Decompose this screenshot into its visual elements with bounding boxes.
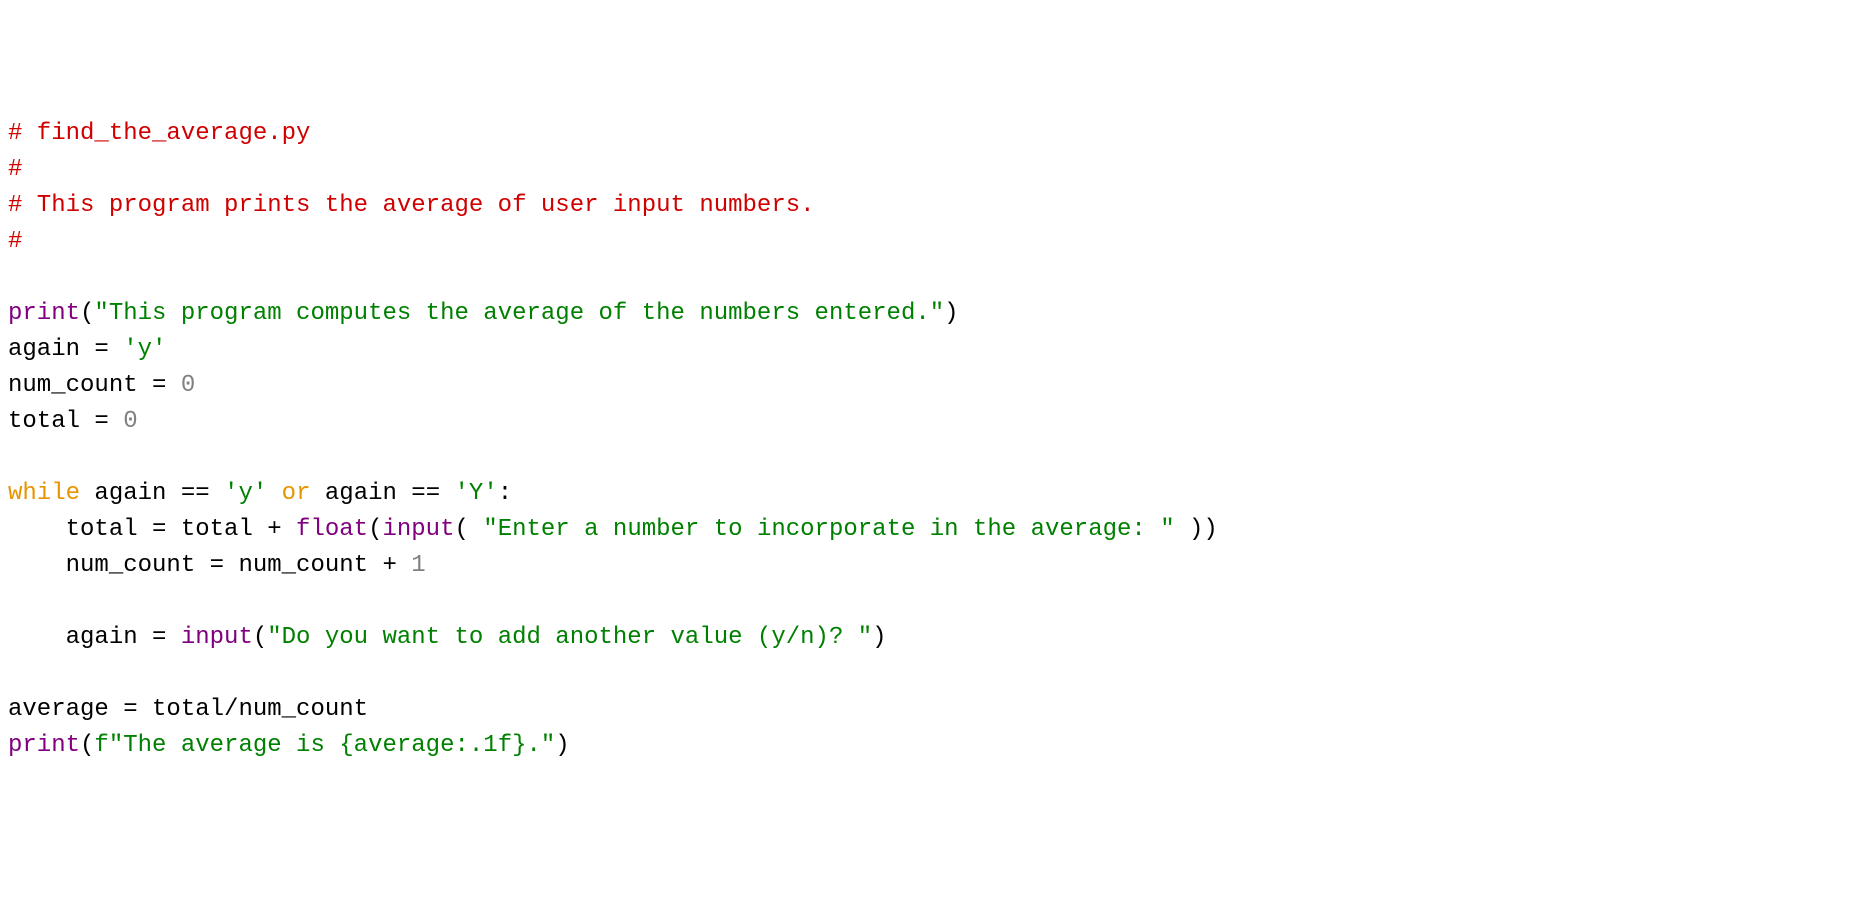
code-token: or	[282, 480, 311, 507]
code-token: )	[555, 732, 569, 759]
code-token: 'y'	[123, 336, 166, 363]
code-token: "This program computes the average of th…	[94, 300, 944, 327]
code-line: num_count = num_count + 1	[8, 548, 1844, 584]
code-token: )	[872, 624, 886, 651]
code-token: input	[382, 516, 454, 543]
code-token: (	[253, 624, 267, 651]
code-token: # find_the_average.py	[8, 120, 310, 147]
code-line: # find_the_average.py	[8, 116, 1844, 152]
code-token: again ==	[80, 480, 224, 507]
code-token: #	[8, 228, 22, 255]
code-line: num_count = 0	[8, 368, 1844, 404]
code-token: again =	[8, 336, 123, 363]
code-token: (	[368, 516, 382, 543]
code-line: average = total/num_count	[8, 692, 1844, 728]
code-line: print(f"The average is {average:.1f}.")	[8, 728, 1844, 764]
code-token: input	[181, 624, 253, 651]
code-token: again ==	[310, 480, 454, 507]
code-line: # This program prints the average of use…	[8, 188, 1844, 224]
code-token: print	[8, 300, 80, 327]
code-line: total = total + float(input( "Enter a nu…	[8, 512, 1844, 548]
code-token: 'y'	[224, 480, 267, 507]
code-token: float	[296, 516, 368, 543]
code-token: num_count = num_count +	[8, 552, 411, 579]
code-line: print("This program computes the average…	[8, 296, 1844, 332]
code-line: again = input("Do you want to add anothe…	[8, 620, 1844, 656]
code-line: total = 0	[8, 404, 1844, 440]
code-token: 0	[181, 372, 195, 399]
code-token	[267, 480, 281, 507]
code-token: 0	[123, 408, 137, 435]
code-token: "Do you want to add another value (y/n)?…	[267, 624, 872, 651]
code-token: 'Y'	[455, 480, 498, 507]
code-token: (	[80, 300, 94, 327]
code-token: average = total/num_count	[8, 696, 368, 723]
code-token: 1	[411, 552, 425, 579]
code-token: (	[80, 732, 94, 759]
code-token: ))	[1175, 516, 1218, 543]
code-token: again =	[8, 624, 181, 651]
code-token: while	[8, 480, 80, 507]
code-token: (	[454, 516, 483, 543]
code-token: #	[8, 156, 22, 183]
code-token: # This program prints the average of use…	[8, 192, 815, 219]
code-token: num_count =	[8, 372, 181, 399]
code-line: #	[8, 224, 1844, 260]
code-block: # find_the_average.py # # This program pri…	[8, 116, 1844, 764]
code-line: while again == 'y' or again == 'Y':	[8, 476, 1844, 512]
code-line: #	[8, 152, 1844, 188]
code-line	[8, 260, 1844, 296]
code-token: print	[8, 732, 80, 759]
code-token: total = total +	[8, 516, 296, 543]
code-token: :	[498, 480, 512, 507]
code-line	[8, 656, 1844, 692]
code-line	[8, 584, 1844, 620]
code-token: "Enter a number to incorporate in the av…	[483, 516, 1174, 543]
code-token: f"The average is {average:.1f}."	[94, 732, 555, 759]
code-token: total =	[8, 408, 123, 435]
code-token: )	[944, 300, 958, 327]
code-line: again = 'y'	[8, 332, 1844, 368]
code-line	[8, 440, 1844, 476]
